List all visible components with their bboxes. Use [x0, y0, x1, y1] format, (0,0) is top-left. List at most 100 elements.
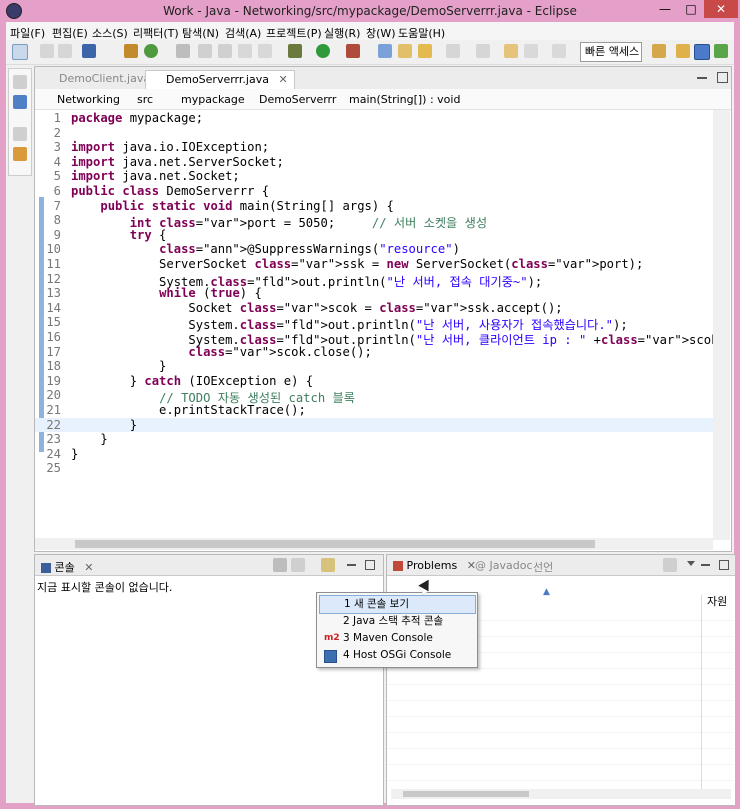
- code-line[interactable]: 15 System.class="fld">out.println("난 서버,…: [35, 315, 713, 332]
- menu-refactor[interactable]: 리팩터(T): [133, 25, 179, 41]
- open-console-icon[interactable]: [321, 558, 335, 572]
- scroll-thumb[interactable]: [403, 791, 529, 797]
- breadcrumb-project[interactable]: Networking: [57, 93, 120, 106]
- refresh-icon[interactable]: [144, 44, 158, 58]
- next-annotation-icon[interactable]: [446, 44, 460, 58]
- code-line[interactable]: 6 public class DemoServerrr {: [35, 184, 713, 199]
- menu-item-new-console[interactable]: 1 새 콘솔 보기: [319, 595, 476, 614]
- minimize-editor-icon[interactable]: [697, 77, 707, 79]
- open-perspective-icon[interactable]: [652, 44, 666, 58]
- code-area[interactable]: 1 package mypackage; 2 3 import java.io.IOEx…: [35, 110, 713, 540]
- new-package-icon[interactable]: [378, 44, 392, 58]
- save-icon[interactable]: [40, 44, 54, 58]
- pin-icon[interactable]: [176, 44, 190, 58]
- tab-problems[interactable]: Problems ✕: [393, 559, 476, 572]
- build-icon[interactable]: [124, 44, 138, 58]
- run-icon[interactable]: [316, 44, 330, 58]
- console-tab[interactable]: 콘솔 ✕: [41, 559, 93, 575]
- java-perspective-icon[interactable]: [694, 44, 710, 60]
- debug-icon[interactable]: [288, 44, 302, 58]
- code-line[interactable]: 2: [35, 126, 713, 141]
- code-line[interactable]: 10 class="ann">@SuppressWarnings("resour…: [35, 242, 713, 257]
- java-ee-perspective-icon[interactable]: [676, 44, 690, 58]
- code-line[interactable]: 25: [35, 461, 713, 476]
- code-line[interactable]: 20 // TODO 자동 생성된 catch 블록: [35, 388, 713, 405]
- code-line[interactable]: 1 package mypackage;: [35, 111, 713, 126]
- back-icon[interactable]: [524, 44, 538, 58]
- open-task-icon[interactable]: [418, 44, 432, 58]
- code-line[interactable]: 16 System.class="fld">out.println("난 서버,…: [35, 330, 713, 347]
- code-line[interactable]: 24}: [35, 447, 713, 462]
- breadcrumb-src[interactable]: src: [137, 93, 153, 106]
- close-tab-icon[interactable]: ✕: [278, 73, 287, 86]
- code-line[interactable]: 9 try {: [35, 228, 713, 243]
- breadcrumb-package[interactable]: mypackage: [181, 93, 245, 106]
- forward-icon[interactable]: [552, 44, 566, 58]
- breadcrumb-class[interactable]: DemoServerrr: [259, 93, 336, 106]
- code-line[interactable]: 8 int class="var">port = 5050; // 서버 소켓을…: [35, 213, 713, 230]
- menu-item-maven-console[interactable]: m2 3 Maven Console: [319, 630, 474, 647]
- menu-help[interactable]: 도움말(H): [398, 25, 445, 41]
- outline-icon[interactable]: [13, 147, 27, 161]
- view-menu-icon[interactable]: [687, 561, 695, 566]
- last-edit-icon[interactable]: [504, 44, 518, 58]
- quick-access-field[interactable]: 빠른 액세스: [580, 42, 642, 62]
- tab-demoserverrr[interactable]: DemoServerrr.java ✕: [145, 70, 295, 89]
- save-all-icon[interactable]: [58, 44, 72, 58]
- code-line[interactable]: 12 System.class="fld">out.println("난 서버,…: [35, 272, 713, 289]
- tab-democlient[interactable]: DemoClient.java: [43, 70, 150, 88]
- menu-run[interactable]: 실행(R): [324, 25, 360, 41]
- occurrence-icon[interactable]: [218, 44, 232, 58]
- editor-horizontal-scrollbar[interactable]: [35, 538, 713, 550]
- code-line[interactable]: 7 public static void main(String[] args)…: [35, 199, 713, 214]
- code-line[interactable]: 13 while (true) {: [35, 286, 713, 301]
- tab-javadoc[interactable]: @ Javadoc: [475, 559, 533, 572]
- maximize-button[interactable]: □: [678, 0, 704, 18]
- maximize-editor-icon[interactable]: [717, 72, 728, 83]
- code-line[interactable]: 11 ServerSocket class="var">ssk = new Se…: [35, 257, 713, 272]
- menu-file[interactable]: 파일(F): [10, 25, 45, 41]
- menu-edit[interactable]: 편집(E): [52, 25, 88, 41]
- menu-project[interactable]: 프로젝트(P): [266, 25, 322, 41]
- new-icon[interactable]: [12, 44, 28, 60]
- debug-perspective-icon[interactable]: [714, 44, 728, 58]
- menu-item-java-stack-console[interactable]: 2 Java 스택 추적 콘솔: [319, 613, 474, 630]
- code-line[interactable]: 18 }: [35, 359, 713, 374]
- whitespace-icon[interactable]: [258, 44, 272, 58]
- menu-window[interactable]: 창(W): [366, 25, 396, 41]
- code-line[interactable]: 5 import java.net.Socket;: [35, 169, 713, 184]
- open-type-icon[interactable]: [398, 44, 412, 58]
- code-line[interactable]: 3 import java.io.IOException;: [35, 140, 713, 155]
- editor-vertical-scrollbar[interactable]: [713, 110, 730, 540]
- code-line[interactable]: 19 } catch (IOException e) {: [35, 374, 713, 389]
- code-line[interactable]: 23 }: [35, 432, 713, 447]
- package-explorer-icon[interactable]: [13, 95, 27, 109]
- tab-declaration[interactable]: 선언: [533, 559, 553, 575]
- block-select-icon[interactable]: [238, 44, 252, 58]
- display-console-icon[interactable]: [291, 558, 305, 572]
- terminal-icon[interactable]: [82, 44, 96, 58]
- external-tools-icon[interactable]: [346, 44, 360, 58]
- close-window-button[interactable]: ✕: [704, 0, 738, 18]
- code-line[interactable]: 21 e.printStackTrace();: [35, 403, 713, 418]
- column-header-resource[interactable]: 자원: [707, 593, 727, 609]
- code-line[interactable]: 4 import java.net.ServerSocket;: [35, 155, 713, 170]
- menu-source[interactable]: 소스(S): [92, 25, 128, 41]
- breadcrumb-method[interactable]: main(String[]) : void: [349, 93, 460, 106]
- problems-horizontal-scrollbar[interactable]: [391, 789, 731, 799]
- maximize-view-icon[interactable]: [365, 560, 375, 570]
- pin-console-icon[interactable]: [273, 558, 287, 572]
- code-line[interactable]: 22 }: [35, 417, 713, 433]
- code-line[interactable]: 17 class="var">scok.close();: [35, 345, 713, 360]
- minimize-view-icon[interactable]: [701, 564, 710, 566]
- minimize-button[interactable]: —: [652, 0, 678, 18]
- close-tab-icon[interactable]: ✕: [84, 561, 93, 574]
- minimize-view-icon[interactable]: [347, 564, 356, 566]
- code-line[interactable]: 14 Socket class="var">scok = class="var"…: [35, 301, 713, 316]
- filter-icon[interactable]: [663, 558, 677, 572]
- restore-icon[interactable]: [13, 75, 27, 89]
- scroll-thumb[interactable]: [75, 540, 595, 548]
- maximize-view-icon[interactable]: [719, 560, 729, 570]
- prev-annotation-icon[interactable]: [476, 44, 490, 58]
- menu-navigate[interactable]: 탐색(N): [182, 25, 219, 41]
